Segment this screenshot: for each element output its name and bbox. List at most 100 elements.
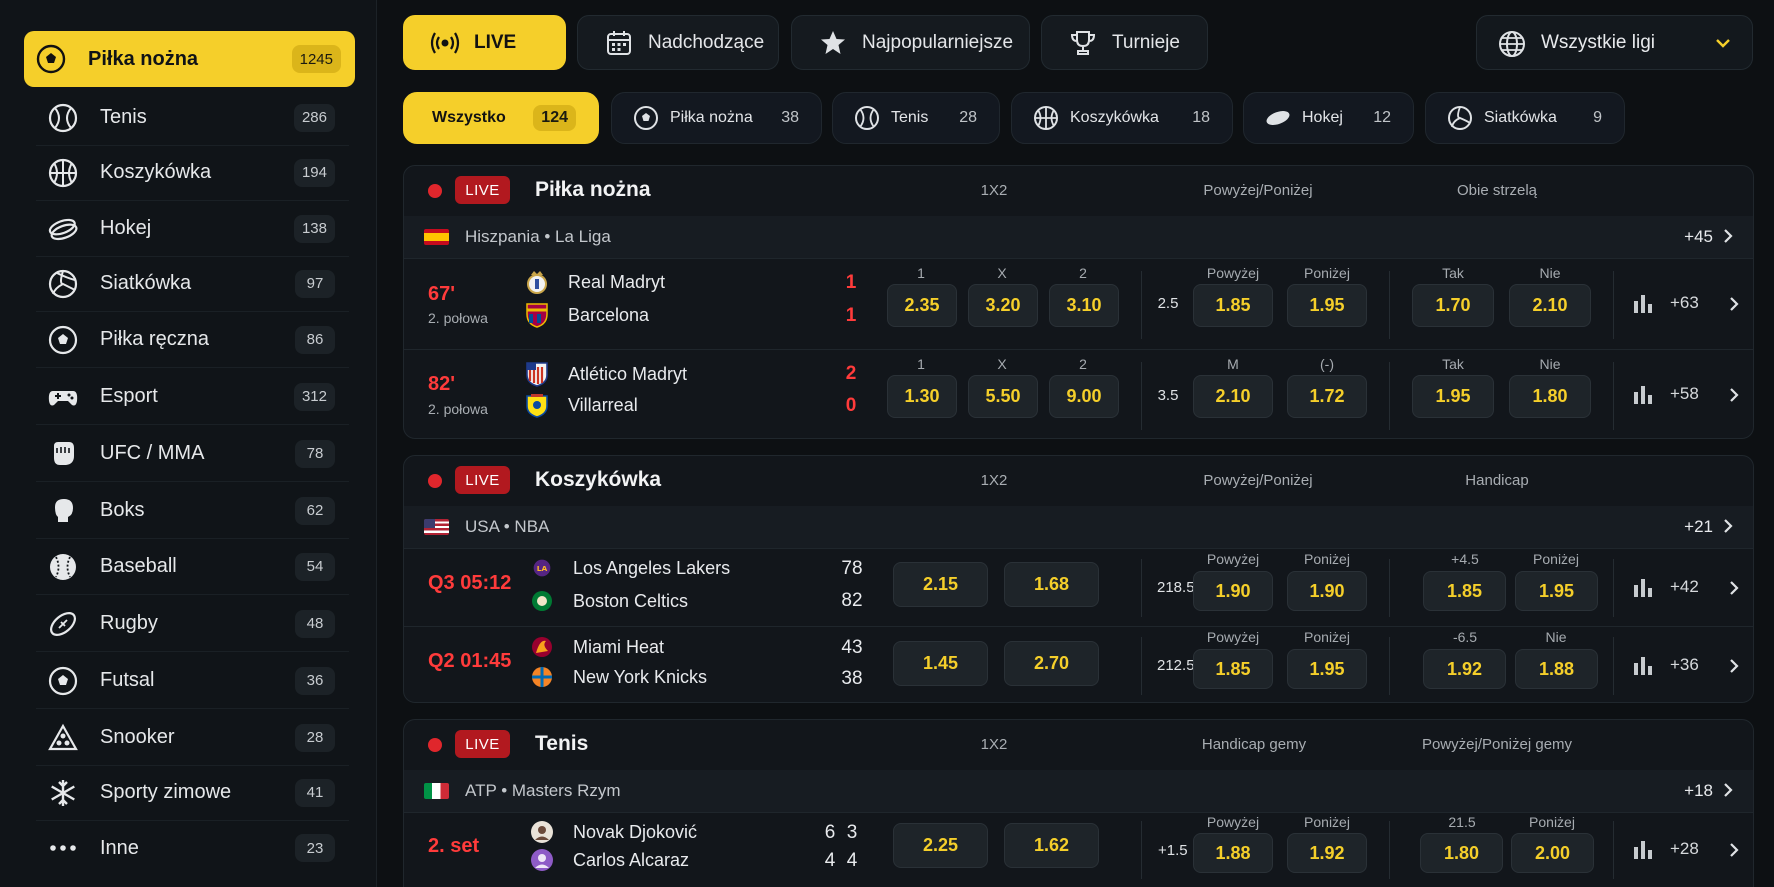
odds-button-yes[interactable]: 1.95 bbox=[1412, 375, 1494, 418]
odds-button-handicap-away[interactable]: 1.95 bbox=[1515, 571, 1598, 611]
chevron-right-icon[interactable] bbox=[1727, 386, 1741, 409]
match-more-markets[interactable]: +63 bbox=[1670, 293, 1699, 313]
odds-button-over[interactable]: 1.90 bbox=[1193, 571, 1273, 611]
odds-button-2[interactable]: 9.00 bbox=[1049, 375, 1119, 418]
stats-chart-icon[interactable] bbox=[1633, 839, 1653, 864]
player-one[interactable]: Novak Djoković bbox=[529, 819, 697, 845]
odds-button-home[interactable]: 1.45 bbox=[893, 641, 988, 686]
odds-button-handicap-home[interactable]: 1.92 bbox=[1423, 649, 1506, 689]
league-select-dropdown[interactable]: Wszystkie ligi bbox=[1476, 15, 1753, 70]
odds-button-yes[interactable]: 1.70 bbox=[1412, 284, 1494, 327]
sidebar-item-tenis[interactable]: Tenis 286 bbox=[36, 90, 349, 146]
sidebar-item-snooker[interactable]: Snooker 28 bbox=[36, 710, 349, 766]
stats-chart-icon[interactable] bbox=[1633, 655, 1653, 680]
odds-button-1[interactable]: 1.30 bbox=[887, 375, 957, 418]
tab-live[interactable]: LIVE bbox=[403, 15, 566, 70]
odds-button-under[interactable]: 1.72 bbox=[1287, 375, 1367, 418]
sidebar-item-label: Piłka nożna bbox=[88, 47, 199, 70]
team-home[interactable]: Miami Heat bbox=[529, 634, 664, 660]
sidebar-item-siatkowka[interactable]: Siatkówka 97 bbox=[36, 256, 349, 312]
league-row[interactable]: Hiszpania • La Liga +45 bbox=[404, 216, 1753, 258]
team-home[interactable]: LA Los Angeles Lakers bbox=[529, 555, 730, 581]
odds-button-over[interactable]: 1.88 bbox=[1193, 833, 1273, 873]
score-away: 0 bbox=[845, 395, 857, 416]
odds-button-away[interactable]: 1.68 bbox=[1004, 562, 1099, 607]
chip-pilka-nozna[interactable]: Piłka nożna 38 bbox=[611, 92, 822, 144]
team-away[interactable]: New York Knicks bbox=[529, 664, 707, 690]
odds-button-handicap-home[interactable]: 1.85 bbox=[1423, 571, 1506, 611]
odds-button-under[interactable]: 1.90 bbox=[1287, 571, 1367, 611]
stats-chart-icon[interactable] bbox=[1633, 577, 1653, 602]
match-more-markets[interactable]: +42 bbox=[1670, 577, 1699, 597]
league-row[interactable]: USA • NBA +21 bbox=[404, 506, 1753, 548]
sidebar-item-boks[interactable]: Boks 62 bbox=[36, 483, 349, 539]
sidebar-item-ufc-mma[interactable]: UFC / MMA 78 bbox=[36, 426, 349, 482]
odds-button-over[interactable]: 2.10 bbox=[1193, 375, 1273, 418]
chevron-right-icon[interactable] bbox=[1727, 657, 1741, 680]
match-more-markets[interactable]: +28 bbox=[1670, 839, 1699, 859]
odds-label: Poniżej bbox=[1304, 551, 1350, 567]
league-row[interactable]: ATP • Masters Rzym +18 bbox=[404, 770, 1753, 812]
odds-button-2[interactable]: 3.10 bbox=[1049, 284, 1119, 327]
odds-button-over[interactable]: 1.85 bbox=[1193, 649, 1273, 689]
odds-button-games-under[interactable]: 2.00 bbox=[1511, 833, 1594, 873]
sidebar-item-inne[interactable]: Inne 23 bbox=[36, 820, 349, 876]
sidebar-item-esport[interactable]: Esport 312 bbox=[36, 369, 349, 425]
odds-button-x[interactable]: 3.20 bbox=[968, 284, 1038, 327]
odds-button-away[interactable]: 2.70 bbox=[1004, 641, 1099, 686]
tab-nadchodzace[interactable]: Nadchodzące bbox=[577, 15, 779, 70]
sidebar-item-pilka-nozna[interactable]: Piłka nożna 1245 bbox=[24, 31, 355, 87]
odds-button-over[interactable]: 1.85 bbox=[1193, 284, 1273, 327]
chevron-right-icon[interactable] bbox=[1727, 579, 1741, 602]
globe-icon bbox=[1497, 28, 1527, 58]
team-away[interactable]: Boston Celtics bbox=[529, 588, 688, 614]
chip-tenis[interactable]: Tenis 28 bbox=[832, 92, 1000, 144]
chevron-right-icon[interactable] bbox=[1727, 841, 1741, 864]
chip-koszykowka[interactable]: Koszykówka 18 bbox=[1011, 92, 1233, 144]
stats-chart-icon[interactable] bbox=[1633, 293, 1653, 318]
odds-button-no[interactable]: 2.10 bbox=[1509, 284, 1591, 327]
handball-icon bbox=[46, 323, 80, 357]
team-away[interactable]: Barcelona bbox=[524, 302, 649, 328]
odds-label: Powyżej bbox=[1206, 551, 1260, 567]
chip-wszystko[interactable]: Wszystko 124 bbox=[403, 92, 599, 144]
sidebar-item-baseball[interactable]: Baseball 54 bbox=[36, 539, 349, 595]
sidebar-item-rugby[interactable]: Rugby 48 bbox=[36, 596, 349, 652]
stats-chart-icon[interactable] bbox=[1633, 384, 1653, 409]
sidebar-item-sporty-zimowe[interactable]: Sporty zimowe 41 bbox=[36, 765, 349, 821]
player-two[interactable]: Carlos Alcaraz bbox=[529, 847, 689, 873]
sidebar-item-koszykowka[interactable]: Koszykówka 194 bbox=[36, 145, 349, 201]
odds-button-handicap-away[interactable]: 1.88 bbox=[1515, 649, 1598, 689]
odds-button-1[interactable]: 2.35 bbox=[887, 284, 957, 327]
odds-button-no[interactable]: 1.80 bbox=[1509, 375, 1591, 418]
svg-text:LA: LA bbox=[537, 564, 548, 573]
tab-najpopularniejsze[interactable]: Najpopularniejsze bbox=[791, 15, 1030, 70]
chip-siatkowka[interactable]: Siatkówka 9 bbox=[1425, 92, 1625, 144]
odds-button-home[interactable]: 2.15 bbox=[893, 562, 988, 607]
chip-hokej[interactable]: Hokej 12 bbox=[1243, 92, 1414, 144]
sidebar-item-hokej[interactable]: Hokej 138 bbox=[36, 201, 349, 257]
chevron-right-icon[interactable] bbox=[1727, 295, 1741, 318]
odds-button-games-over[interactable]: 1.80 bbox=[1420, 833, 1503, 873]
odds-button-x[interactable]: 5.50 bbox=[968, 375, 1038, 418]
odds-button-player-two[interactable]: 1.62 bbox=[1004, 823, 1099, 868]
odds-button-under[interactable]: 1.95 bbox=[1287, 284, 1367, 327]
odds-button-player-one[interactable]: 2.25 bbox=[893, 823, 988, 868]
team-away[interactable]: Villarreal bbox=[524, 392, 638, 418]
divider bbox=[1613, 821, 1614, 879]
team-home[interactable]: Real Madryt bbox=[524, 269, 665, 295]
divider bbox=[1389, 271, 1390, 339]
sidebar-item-count: 97 bbox=[295, 269, 335, 298]
sidebar-item-pilka-reczna[interactable]: Piłka ręczna 86 bbox=[36, 312, 349, 368]
team-home[interactable]: Atlético Madryt bbox=[524, 361, 687, 387]
team-name: Villarreal bbox=[568, 394, 638, 415]
tab-turnieje[interactable]: Turnieje bbox=[1041, 15, 1208, 70]
odds-button-under[interactable]: 1.95 bbox=[1287, 649, 1367, 689]
atletico-madrid-logo-icon bbox=[524, 361, 550, 387]
match-more-markets[interactable]: +36 bbox=[1670, 655, 1699, 675]
odds-label: Powyżej bbox=[1206, 814, 1260, 830]
real-madrid-logo-icon bbox=[524, 269, 550, 295]
odds-button-under[interactable]: 1.92 bbox=[1287, 833, 1367, 873]
sidebar-item-futsal[interactable]: Futsal 36 bbox=[36, 653, 349, 709]
match-more-markets[interactable]: +58 bbox=[1670, 384, 1699, 404]
